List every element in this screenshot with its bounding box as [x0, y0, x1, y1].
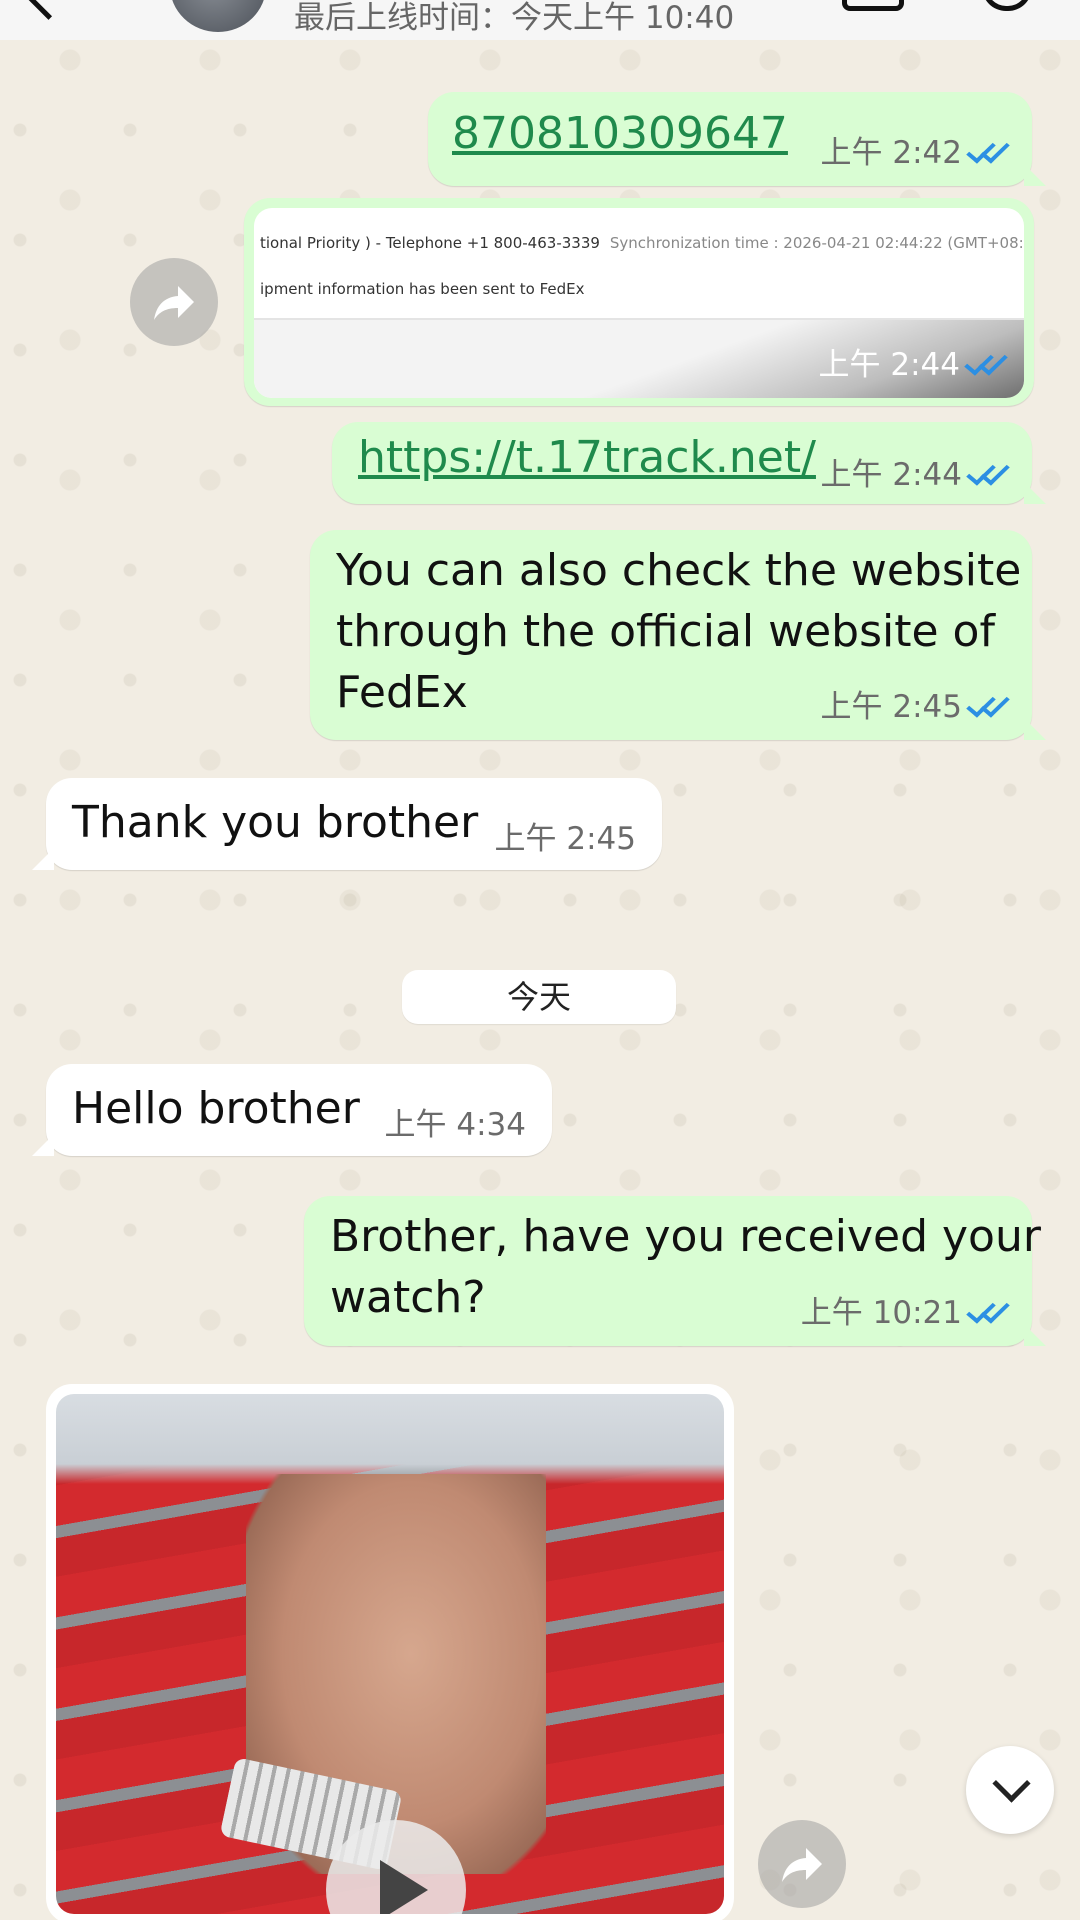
screenshot-text-line: ipment information has been sent to FedE…	[260, 280, 585, 298]
day-separator: 今天	[402, 970, 676, 1024]
double-check-icon	[966, 689, 1012, 719]
message-timestamp: 上午 2:44	[821, 449, 1012, 494]
message-timestamp: 上午 2:45	[821, 681, 1012, 726]
double-check-icon	[966, 457, 1012, 487]
chat-screen: 最后上线时间：今天上午 10:40 870810309647 上午 2:42 t…	[0, 0, 1080, 1920]
outgoing-message-tracking-number[interactable]: 870810309647 上午 2:42	[428, 92, 1046, 186]
message-text: Hello brother	[72, 1083, 360, 1134]
message-text: Thank you brother	[72, 797, 479, 848]
message-text-line: FedEx	[336, 667, 468, 718]
chat-header: 最后上线时间：今天上午 10:40	[0, 0, 1080, 40]
tracking-site-link[interactable]: https://t.17track.net/	[358, 432, 816, 483]
shipment-screenshot-image[interactable]: tional Priority ) - Telephone +1 800-463…	[254, 208, 1024, 398]
message-timestamp: 上午 4:34	[385, 1099, 526, 1144]
chevron-down-icon	[992, 1764, 1031, 1803]
forward-icon	[782, 1848, 822, 1882]
last-seen-status: 最后上线时间：今天上午 10:40	[294, 0, 735, 36]
outgoing-message-watch-question[interactable]: Brother, have you received your watch? 上…	[304, 1196, 1046, 1346]
double-check-icon	[966, 135, 1012, 165]
outgoing-message-tracking-link[interactable]: https://t.17track.net/ 上午 2:44	[332, 422, 1046, 504]
scroll-to-bottom-button[interactable]	[966, 1746, 1054, 1834]
screenshot-text-line: tional Priority ) - Telephone +1 800-463…	[260, 234, 1024, 252]
double-check-icon	[964, 347, 1010, 377]
message-text-line: watch?	[330, 1272, 486, 1323]
message-time: 上午 2:45	[820, 689, 962, 725]
forward-button[interactable]	[758, 1820, 846, 1908]
outgoing-message-fedex-note[interactable]: You can also check the website through t…	[310, 530, 1046, 740]
phone-call-icon[interactable]	[982, 0, 1032, 11]
message-time: 上午 4:34	[384, 1107, 526, 1143]
back-arrow-icon[interactable]	[25, 0, 72, 20]
message-time: 上午 2:42	[820, 135, 962, 171]
message-time: 上午 2:45	[494, 821, 636, 857]
message-text-line: Brother, have you received your	[330, 1211, 1041, 1262]
message-time: 上午 2:44	[818, 347, 960, 383]
message-time: 上午 10:21	[800, 1295, 962, 1331]
message-timestamp: 上午 2:44	[819, 339, 1010, 384]
incoming-message-thanks[interactable]: Thank you brother 上午 2:45	[32, 778, 662, 870]
message-text-line: You can also check the website	[336, 545, 1022, 596]
forward-icon	[154, 286, 194, 320]
message-text-line: through the official website of	[336, 606, 995, 657]
tracking-number-link[interactable]: 870810309647	[452, 108, 788, 159]
incoming-message-hello[interactable]: Hello brother 上午 4:34	[32, 1064, 552, 1156]
forward-button[interactable]	[130, 258, 218, 346]
incoming-video-message[interactable]	[46, 1384, 734, 1920]
contact-avatar[interactable]	[170, 0, 266, 32]
message-timestamp: 上午 2:42	[821, 127, 1012, 172]
message-timestamp: 上午 2:45	[495, 813, 636, 858]
message-time: 上午 2:44	[820, 457, 962, 493]
double-check-icon	[966, 1295, 1012, 1325]
message-timestamp: 上午 10:21	[801, 1287, 1012, 1332]
video-thumbnail[interactable]	[56, 1394, 724, 1914]
video-call-icon[interactable]	[842, 0, 904, 11]
